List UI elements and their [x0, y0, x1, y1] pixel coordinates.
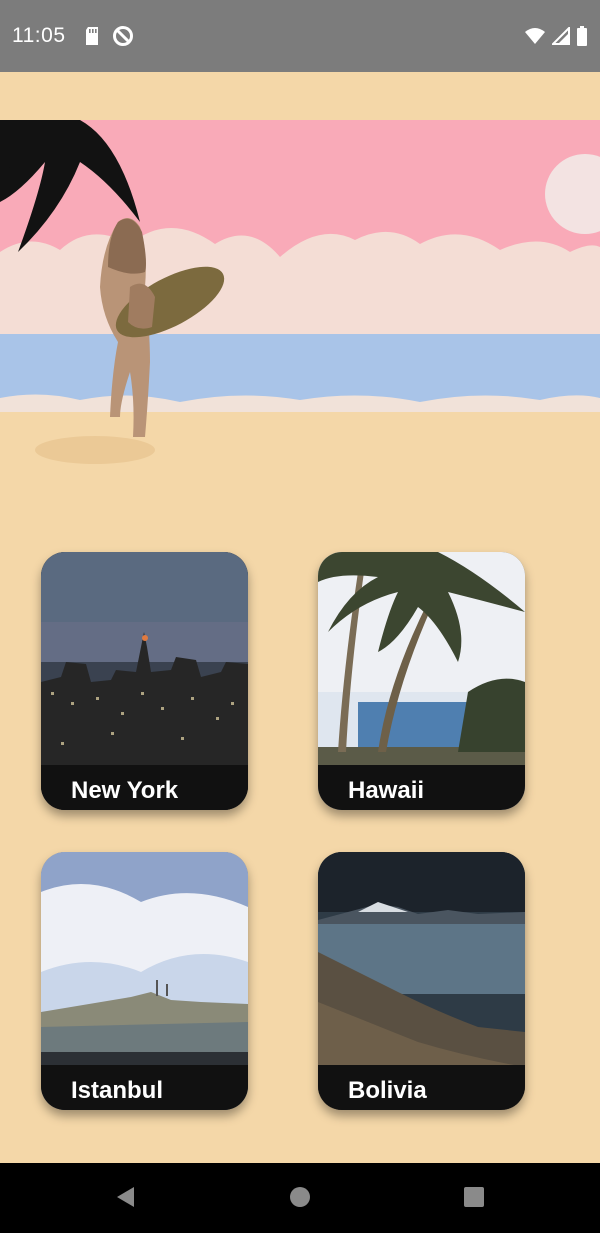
sd-card-icon [85, 27, 98, 45]
hero-illustration [0, 72, 600, 512]
recents-icon[interactable] [462, 1185, 486, 1209]
destination-name: New York [71, 777, 179, 804]
wifi-icon [525, 28, 545, 44]
navigation-bar [0, 1163, 600, 1233]
destination-card-bolivia[interactable]: Bolivia [318, 852, 525, 1110]
status-bar: 11:05 [0, 0, 600, 72]
battery-icon [577, 26, 587, 46]
destination-name: Istanbul [71, 1077, 164, 1104]
destination-name: Hawaii [348, 777, 425, 804]
sea-shape [0, 334, 600, 406]
destination-card-new-york[interactable]: New York [41, 552, 248, 810]
destination-card-istanbul[interactable]: Istanbul [41, 852, 248, 1110]
back-icon[interactable] [114, 1185, 138, 1209]
destination-name: Bolivia [348, 1077, 427, 1104]
destination-card-hawaii[interactable]: Hawaii [318, 552, 525, 810]
home-icon[interactable] [288, 1185, 312, 1209]
do-not-disturb-icon [112, 26, 133, 46]
cell-signal-icon [552, 27, 570, 45]
status-time: 11:05 [12, 24, 66, 47]
